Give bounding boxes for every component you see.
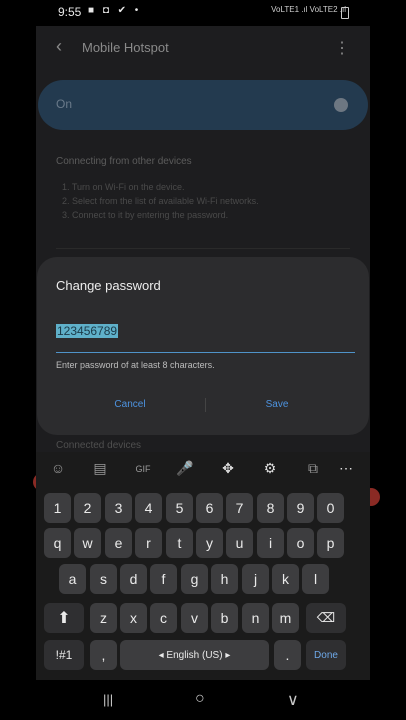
more-options-icon[interactable]: ⋮ [334,38,350,58]
period-key[interactable]: . [274,640,301,670]
button-divider [205,398,206,412]
signal-icons: VoLTE1 .ıl VoLTE2 .ıl [271,5,346,14]
key-t[interactable]: t [166,528,193,558]
divider [56,248,350,249]
symbols-key[interactable]: !#1 [44,640,84,670]
key-z[interactable]: z [90,603,117,633]
hotspot-toggle-card[interactable]: On [38,80,368,130]
key-n[interactable]: n [242,603,269,633]
save-button[interactable]: Save [247,399,307,410]
recent-apps-icon[interactable]: ||| [103,692,113,707]
home-icon[interactable]: ○ [195,690,205,708]
shift-arrow-icon: ⬆ [57,610,71,627]
notification-icons: ■ ◘ ✔ • [88,5,142,16]
key-4[interactable]: 4 [135,493,162,523]
clipboard-icon[interactable]: ⧉ [301,460,325,477]
key-g[interactable]: g [181,564,208,594]
key-s[interactable]: s [90,564,117,594]
app-bar: ‹ Mobile Hotspot ⋮ [36,26,370,70]
instruction-step: 1. Turn on Wi-Fi on the device. [62,182,185,192]
done-key[interactable]: Done [306,640,346,670]
key-k[interactable]: k [272,564,299,594]
settings-gear-icon[interactable]: ⚙ [258,460,282,477]
key-w[interactable]: w [74,528,101,558]
shift-key[interactable]: ⬆ [44,603,84,633]
key-v[interactable]: v [181,603,208,633]
key-h[interactable]: h [211,564,238,594]
key-q[interactable]: q [44,528,71,558]
key-f[interactable]: f [150,564,177,594]
key-3[interactable]: 3 [105,493,132,523]
instruction-step: 2. Select from the list of available Wi-… [62,196,259,206]
key-x[interactable]: x [120,603,147,633]
backspace-key[interactable]: ⌫ [306,603,346,633]
key-c[interactable]: c [150,603,177,633]
cancel-button[interactable]: Cancel [97,399,163,410]
key-0[interactable]: 0 [317,493,344,523]
key-m[interactable]: m [272,603,299,633]
key-e[interactable]: e [105,528,132,558]
key-a[interactable]: a [59,564,86,594]
key-u[interactable]: u [226,528,253,558]
key-j[interactable]: j [242,564,269,594]
cursor-move-icon[interactable]: ✥ [216,460,240,477]
key-7[interactable]: 7 [226,493,253,523]
key-1[interactable]: 1 [44,493,71,523]
clock: 9:55 [58,5,82,19]
battery-icon [341,7,349,19]
backspace-icon: ⌫ [316,610,336,625]
back-icon[interactable]: ∨ [287,690,299,710]
navigation-bar: ||| ○ ∨ [36,680,370,720]
password-input[interactable]: 123456789 [56,324,119,338]
key-y[interactable]: y [196,528,223,558]
comma-key[interactable]: , [90,640,117,670]
key-d[interactable]: d [120,564,147,594]
instruction-step: 3. Connect to it by entering the passwor… [62,210,229,220]
section-title: Connecting from other devices [56,156,192,167]
key-5[interactable]: 5 [166,493,193,523]
space-bar[interactable]: ◂ English (US) ▸ [120,640,269,670]
page-title: Mobile Hotspot [82,40,169,55]
keyboard: ☺ ▤ GIF 🎤 ✥ ⚙ ⧉ ⋯ 1 2 3 4 5 6 7 8 9 0 q … [36,452,370,680]
input-underline [56,352,355,353]
key-8[interactable]: 8 [257,493,284,523]
dialog-title: Change password [56,278,161,293]
toggle-switch[interactable] [334,98,348,112]
more-icon[interactable]: ⋯ [334,460,358,477]
toggle-label: On [56,97,73,111]
key-l[interactable]: l [302,564,329,594]
key-6[interactable]: 6 [196,493,223,523]
back-arrow-icon[interactable]: ‹ [56,36,62,57]
key-r[interactable]: r [135,528,162,558]
password-hint: Enter password of at least 8 characters. [56,360,215,370]
key-p[interactable]: p [317,528,344,558]
change-password-dialog: Change password 123456789 Enter password… [37,257,369,435]
connected-devices-label: Connected devices [56,440,142,451]
key-2[interactable]: 2 [74,493,101,523]
gif-icon[interactable]: GIF [131,464,155,474]
microphone-icon[interactable]: 🎤 [173,460,197,477]
sticker-icon[interactable]: ▤ [88,460,112,477]
key-b[interactable]: b [211,603,238,633]
key-i[interactable]: i [257,528,284,558]
key-o[interactable]: o [287,528,314,558]
instructions-list: 1. Turn on Wi-Fi on the device. 2. Selec… [62,180,259,222]
emoji-icon[interactable]: ☺ [46,460,70,476]
key-9[interactable]: 9 [287,493,314,523]
status-bar: 9:55 ■ ◘ ✔ • VoLTE1 .ıl VoLTE2 .ıl [0,0,406,26]
